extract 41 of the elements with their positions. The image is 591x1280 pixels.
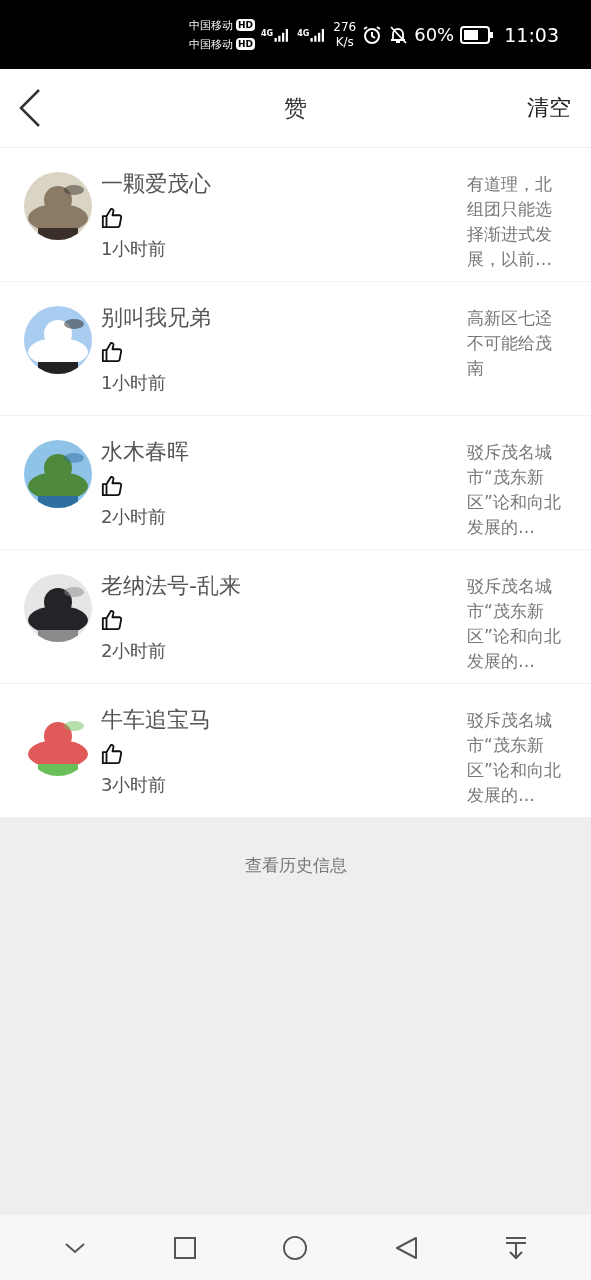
thumbs-up-icon: [101, 207, 123, 229]
post-excerpt[interactable]: 驳斥茂名城市“茂东新区”论和向北发展的…: [467, 574, 567, 674]
user-name: 水木春晖: [101, 438, 189, 466]
user-name: 别叫我兄弟: [101, 304, 211, 332]
carrier-name: 中国移动: [189, 17, 233, 34]
page-title: 赞: [284, 93, 307, 123]
timestamp: 1小时前: [101, 371, 167, 395]
carrier-name: 中国移动: [189, 36, 233, 53]
history-link[interactable]: 查看历史信息: [244, 854, 347, 877]
post-excerpt[interactable]: 驳斥茂名城市“茂东新区”论和向北发展的…: [467, 440, 567, 540]
speed-value: 276: [333, 19, 357, 35]
muted-bell-icon: [388, 24, 409, 45]
user-name: 一颗爱茂心: [101, 170, 211, 198]
post-excerpt[interactable]: 驳斥茂名城市“茂东新区”论和向北发展的…: [467, 708, 567, 808]
recents-icon[interactable]: [173, 1235, 198, 1260]
timestamp: 1小时前: [101, 237, 167, 261]
network-label: 4G: [261, 28, 274, 38]
thumbs-up-icon: [101, 743, 123, 765]
alarm-icon: [362, 24, 383, 45]
speed-unit: K/s: [335, 34, 354, 50]
thumbs-up-icon: [101, 475, 123, 497]
hd-badge: HD: [236, 19, 256, 31]
post-excerpt[interactable]: 有道理，北组团只能选择渐进式发展，以前…: [467, 172, 567, 272]
timestamp: 2小时前: [101, 639, 167, 663]
post-excerpt[interactable]: 高新区七迳不可能给茂南: [467, 306, 567, 381]
network-label: 4G: [297, 28, 310, 38]
clock: 11:03: [504, 23, 559, 46]
timestamp: 3小时前: [101, 773, 167, 797]
thumbs-up-icon: [101, 341, 123, 363]
user-name: 牛车追宝马: [101, 706, 211, 734]
battery-percent: 60%: [414, 24, 455, 45]
clear-button[interactable]: 清空: [527, 93, 571, 123]
user-name: 老纳法号-乱来: [101, 572, 241, 600]
hd-badge: HD: [236, 38, 256, 50]
home-icon[interactable]: [283, 1235, 308, 1260]
timestamp: 2小时前: [101, 505, 167, 529]
battery-icon: [460, 25, 495, 44]
download-icon[interactable]: [503, 1235, 528, 1260]
back-button[interactable]: [18, 88, 42, 128]
thumbs-up-icon: [101, 609, 123, 631]
back-icon[interactable]: [393, 1235, 418, 1260]
